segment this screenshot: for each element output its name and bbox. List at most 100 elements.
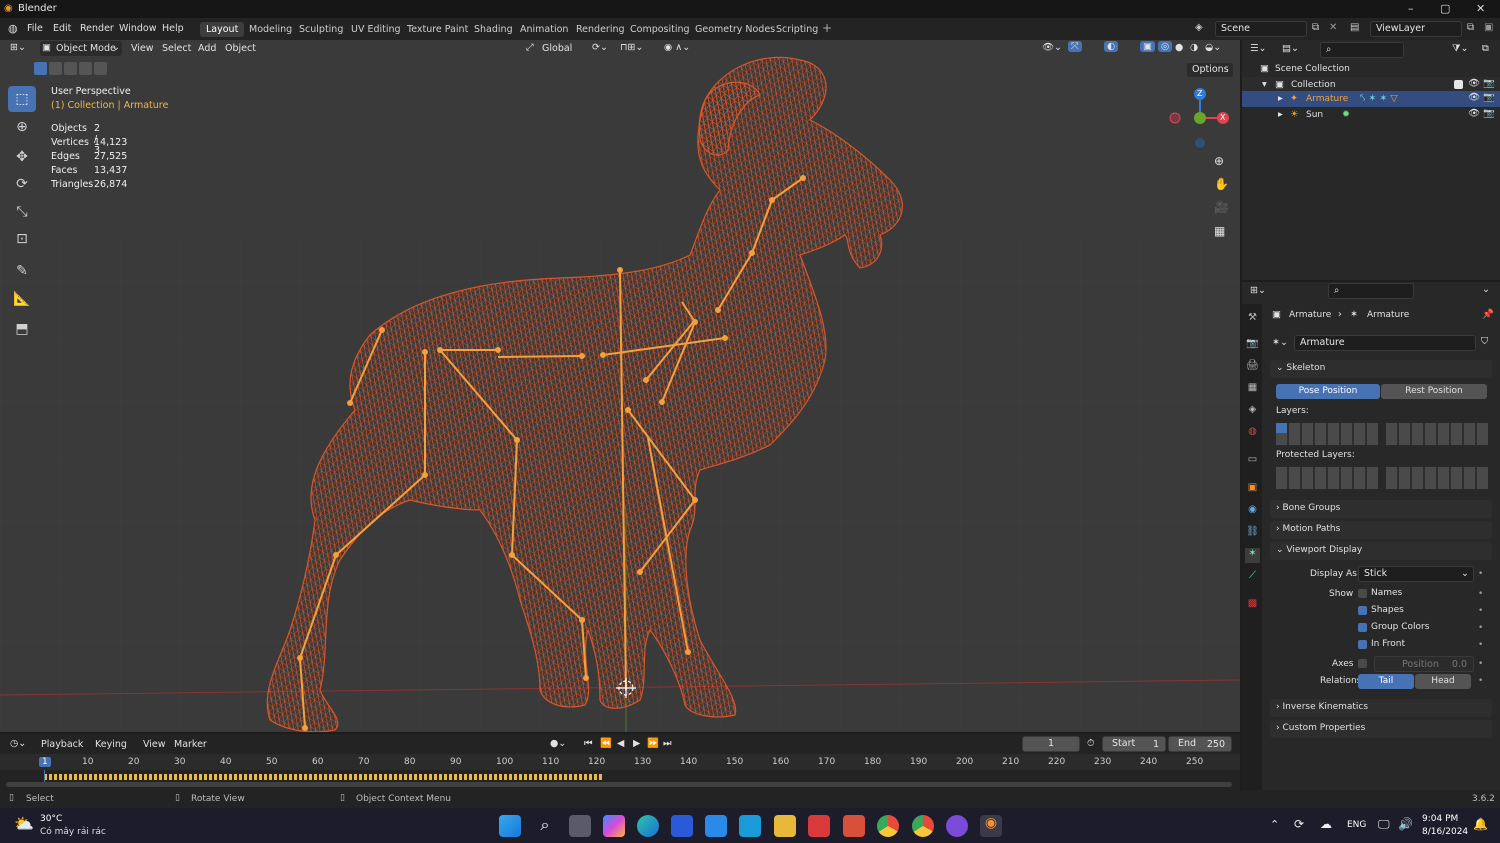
prev-keyframe-icon[interactable]: ⏪: [600, 738, 612, 749]
outliner-row-armature[interactable]: ▸ ✦ Armature ⤣ ✶ ✶ ▽ 👁 📷: [1242, 91, 1500, 107]
add-workspace-icon[interactable]: +: [822, 21, 832, 35]
constraints-tab-icon[interactable]: ⛓: [1245, 526, 1260, 541]
protected-layers-grid-right[interactable]: [1386, 467, 1488, 489]
menu-edit[interactable]: Edit: [53, 23, 71, 34]
visibility-eye-icon[interactable]: 👁: [1468, 108, 1480, 119]
keyframe-dot-icon[interactable]: •: [1478, 640, 1483, 650]
editor-type-icon[interactable]: ⊞⌄: [10, 42, 26, 53]
keyframe-track[interactable]: [44, 774, 602, 780]
current-frame-field[interactable]: 1: [1022, 736, 1080, 752]
scene-tab-icon[interactable]: ◈: [1245, 404, 1260, 419]
expand-arrow-icon[interactable]: ▾: [1262, 79, 1267, 90]
maximize-button[interactable]: ▢: [1440, 2, 1450, 15]
next-keyframe-icon[interactable]: ⏩: [647, 738, 659, 749]
move-tool[interactable]: ✥: [8, 144, 36, 170]
close-button[interactable]: ✕: [1476, 2, 1485, 15]
breadcrumb-data[interactable]: Armature: [1367, 310, 1409, 320]
in-front-checkbox[interactable]: [1358, 640, 1367, 649]
skype-icon[interactable]: [739, 815, 761, 837]
xray-toggle-icon[interactable]: ▣: [1140, 41, 1155, 52]
start-windows-icon[interactable]: [499, 815, 521, 837]
app-grid-icon[interactable]: [808, 815, 830, 837]
play-icon[interactable]: ▶: [633, 738, 640, 749]
bone-groups-panel-header[interactable]: › Bone Groups: [1270, 500, 1492, 518]
transform-orientation[interactable]: Global: [542, 43, 572, 54]
layers-grid-left[interactable]: [1276, 423, 1378, 445]
axes-position-field[interactable]: Position 0.0: [1374, 656, 1474, 672]
cloud-icon[interactable]: ☁: [1320, 817, 1332, 831]
copilot-icon[interactable]: [603, 815, 625, 837]
outliner-editor-icon[interactable]: ☰⌄: [1250, 43, 1266, 54]
add-cube-tool[interactable]: ⬒: [8, 316, 36, 342]
tab-rendering[interactable]: Rendering: [570, 22, 631, 37]
properties-search-input[interactable]: ⌕: [1328, 283, 1414, 299]
snipping-tool-icon[interactable]: [671, 815, 693, 837]
keyframe-dot-icon[interactable]: •: [1478, 676, 1483, 686]
zoom-icon[interactable]: ⊕: [1214, 154, 1224, 168]
render-camera-icon[interactable]: 📷: [1483, 108, 1495, 119]
keyframe-dot-icon[interactable]: •: [1478, 606, 1483, 616]
play-reverse-icon[interactable]: ◀: [617, 738, 624, 749]
view-layer-icon[interactable]: ▤: [1350, 22, 1359, 33]
visibility-eye-icon[interactable]: 👁: [1468, 92, 1480, 103]
expand-arrow-icon[interactable]: ▸: [1278, 93, 1283, 104]
relations-tail-button[interactable]: Tail: [1358, 674, 1414, 689]
store-icon[interactable]: [705, 815, 727, 837]
group-colors-checkbox[interactable]: [1358, 623, 1367, 632]
tool-tab-icon[interactable]: ⚒: [1245, 312, 1260, 327]
menu-marker[interactable]: Marker: [174, 739, 207, 750]
viewport-menu-object[interactable]: Object: [225, 43, 256, 54]
pin-icon[interactable]: 📌: [1482, 309, 1494, 320]
weather-icon[interactable]: ⛅: [14, 814, 34, 833]
ortho-toggle-icon[interactable]: ▦: [1214, 224, 1225, 238]
network-icon[interactable]: 🖵: [1378, 817, 1390, 832]
tab-compositing[interactable]: Compositing: [624, 22, 696, 37]
navigation-gizmo[interactable]: Z X: [1165, 86, 1235, 156]
rest-position-button[interactable]: Rest Position: [1381, 384, 1487, 399]
select-invert-icon[interactable]: [79, 62, 92, 75]
new-view-layer-icon[interactable]: ⧉: [1467, 22, 1474, 33]
view-layer-selector[interactable]: ViewLayer: [1370, 21, 1462, 37]
texture-tab-icon[interactable]: ▩: [1245, 598, 1260, 613]
tab-texture-paint[interactable]: Texture Paint: [401, 22, 474, 37]
axes-checkbox[interactable]: [1358, 659, 1367, 668]
include-checkbox[interactable]: [1454, 80, 1463, 89]
tab-uv-editing[interactable]: UV Editing: [345, 22, 407, 37]
select-new-icon[interactable]: [34, 62, 47, 75]
collection-tab-icon[interactable]: ▭: [1245, 454, 1260, 469]
camera-view-icon[interactable]: 🎥: [1214, 200, 1229, 214]
preview-range-clock-icon[interactable]: ⏱: [1087, 738, 1094, 749]
blender-menu-icon[interactable]: ◍: [8, 22, 18, 35]
select-intersect-icon[interactable]: [94, 62, 107, 75]
notification-bell-icon[interactable]: 🔔: [1473, 817, 1488, 831]
bone-tab-icon[interactable]: ⟋: [1245, 570, 1260, 585]
volume-icon[interactable]: 🔊: [1398, 817, 1413, 831]
jump-start-icon[interactable]: ⏮: [584, 738, 593, 749]
menu-playback[interactable]: Playback: [41, 739, 83, 750]
menu-window[interactable]: Window: [119, 23, 156, 34]
visibility-eye-icon[interactable]: 👁: [1468, 78, 1480, 89]
frame-ruler[interactable]: 1 10 20 30 40 50 60 70 80 90 100 110 120 130 140 150 160…: [0, 754, 1240, 770]
rendered-shading-icon[interactable]: ◒⌄: [1205, 42, 1221, 53]
fake-user-shield-icon[interactable]: ⛉: [1481, 336, 1488, 347]
skeleton-panel-header[interactable]: ⌄ Skeleton: [1270, 360, 1492, 378]
gizmo-toggle-icon[interactable]: ⤧: [1068, 41, 1082, 52]
solid-shading-icon[interactable]: ●: [1175, 42, 1183, 53]
display-mode-icon[interactable]: ▤⌄: [1282, 43, 1299, 54]
viewport-menu-add[interactable]: Add: [198, 43, 216, 54]
tab-geometry-nodes[interactable]: Geometry Nodes: [689, 22, 781, 37]
shapes-checkbox[interactable]: [1358, 606, 1367, 615]
wireframe-shading-icon[interactable]: ◎: [1158, 41, 1173, 52]
overlay-toggle-icon[interactable]: ◐: [1104, 41, 1119, 52]
pose-position-button[interactable]: Pose Position: [1276, 384, 1380, 399]
breadcrumb-object[interactable]: Armature: [1289, 310, 1331, 320]
scale-tool[interactable]: ⤡: [8, 199, 36, 225]
output-tab-icon[interactable]: 🖨: [1245, 360, 1260, 375]
options-dropdown[interactable]: Options: [1186, 62, 1234, 78]
blender-taskbar-icon[interactable]: ◉: [980, 815, 1002, 837]
menu-keying[interactable]: Keying: [95, 739, 127, 750]
keyframe-dot-icon[interactable]: •: [1478, 569, 1483, 579]
proportional-icon[interactable]: ◉ ∧⌄: [664, 42, 690, 53]
properties-editor-icon[interactable]: ⊞⌄: [1250, 285, 1266, 296]
custom-properties-panel-header[interactable]: › Custom Properties: [1270, 720, 1492, 738]
